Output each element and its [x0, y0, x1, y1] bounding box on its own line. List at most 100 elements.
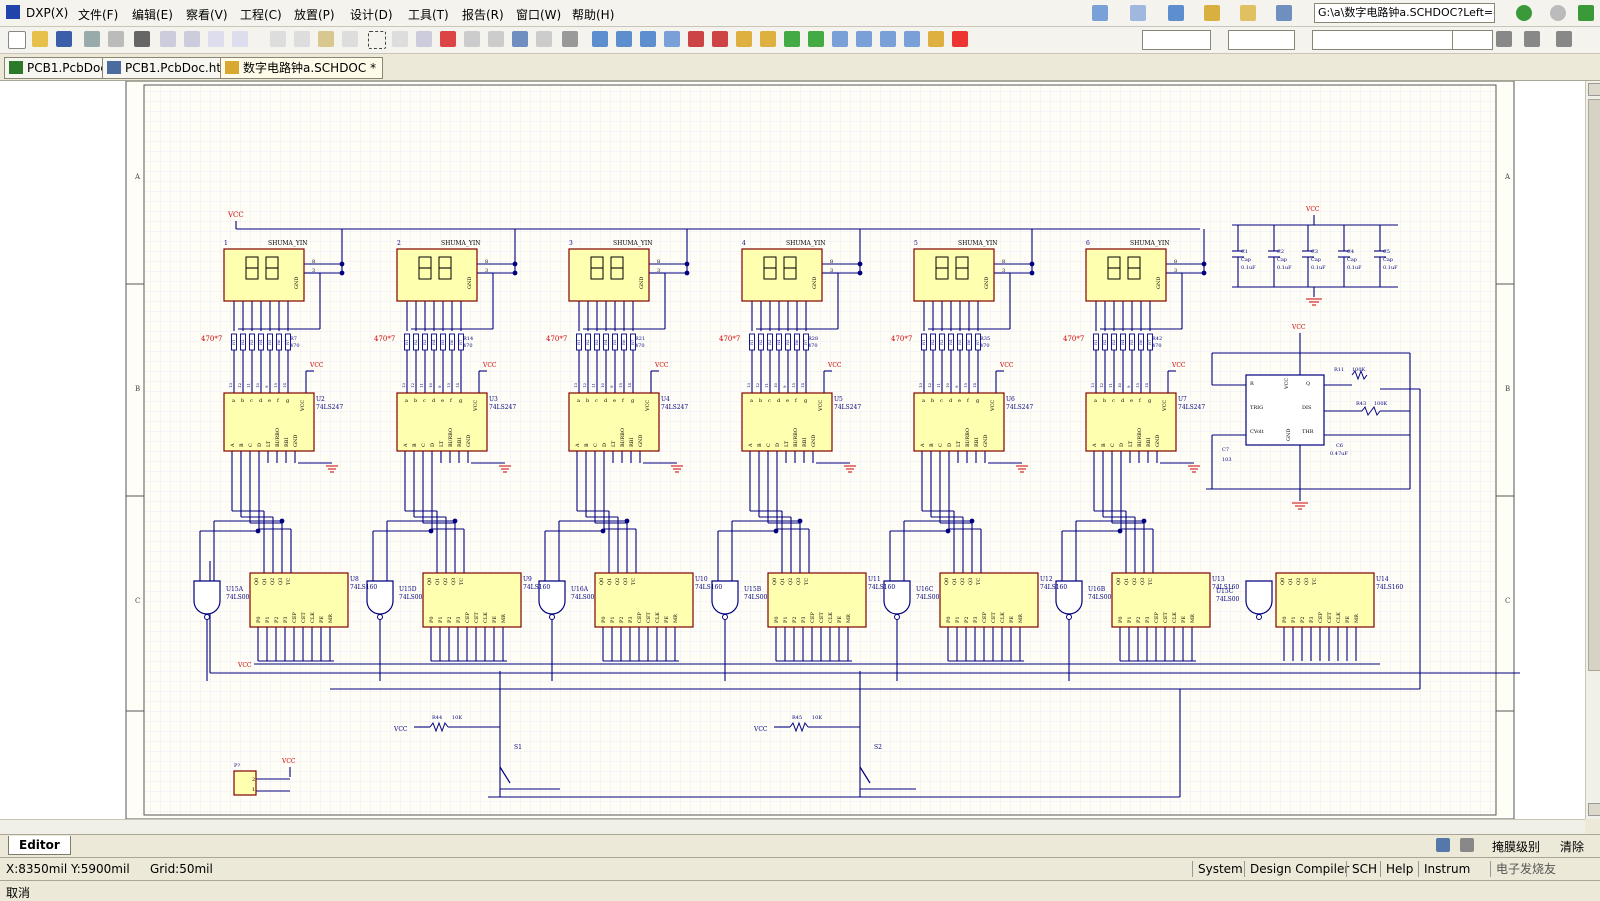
directive-icon[interactable]: [928, 31, 944, 47]
browse-library-icon[interactable]: [562, 31, 578, 47]
menu-edit[interactable]: 编辑(E): [132, 6, 173, 23]
menu-help[interactable]: 帮助(H): [572, 6, 614, 23]
paste-icon[interactable]: [318, 31, 334, 47]
junction: [1201, 270, 1207, 276]
vertical-scrollbar[interactable]: [1585, 81, 1600, 819]
menu-file[interactable]: 文件(F): [78, 6, 118, 23]
menu-view[interactable]: 察看(V): [186, 6, 228, 23]
zoom-fit-icon[interactable]: [160, 31, 176, 47]
driver-bottom-pin: A: [1092, 443, 1098, 448]
dxp-logo-icon[interactable]: [6, 5, 20, 19]
ground-tool-icon[interactable]: [1168, 5, 1184, 21]
pin-num: 8: [485, 259, 488, 265]
gnd-port-icon[interactable]: [688, 31, 704, 47]
harness-icon[interactable]: [880, 31, 896, 47]
panel-sch-button[interactable]: SCH: [1346, 861, 1382, 877]
rubber-stamp-icon[interactable]: [342, 31, 358, 47]
schematic-drawing[interactable]: A AB BC C VCC1 SHUMA_YINGND83R1 R2 R3 R4 R5 R6 R74…: [0, 81, 1585, 819]
timer-r43-val: 100K: [1374, 401, 1388, 407]
cross-probe-icon[interactable]: [536, 31, 552, 47]
move-icon[interactable]: [392, 31, 408, 47]
arrange-icon[interactable]: [1556, 31, 1572, 47]
menu-tools[interactable]: 工具(T): [408, 6, 449, 23]
power-tool-icon[interactable]: [1204, 5, 1220, 21]
resistor-pack-label: 470*7: [719, 335, 740, 343]
driver-pin-label: a: [577, 398, 580, 404]
zoom-in-icon[interactable]: [232, 31, 248, 47]
cut-icon[interactable]: [270, 31, 286, 47]
driver-bottom-pin: D: [257, 443, 263, 447]
combo-1[interactable]: [1142, 30, 1211, 50]
scroll-down-icon[interactable]: [1588, 803, 1600, 816]
print-preview-icon[interactable]: [108, 31, 124, 47]
doc-tab-pcb[interactable]: PCB1.PcbDoc: [4, 57, 114, 79]
combo-2[interactable]: [1228, 30, 1295, 50]
scroll-up-icon[interactable]: [1588, 83, 1600, 96]
sheet-entry-icon[interactable]: [784, 31, 800, 47]
part-tool-icon[interactable]: [1240, 5, 1256, 21]
no-erc-icon[interactable]: [856, 31, 872, 47]
path-box[interactable]: G:\a\数字电路钟a.SCHDOC?Left=-1:: [1314, 3, 1495, 23]
device-sheet-icon[interactable]: [808, 31, 824, 47]
zoom-select-icon[interactable]: [208, 31, 224, 47]
grid-tool-icon[interactable]: [1276, 5, 1292, 21]
mask-pen-icon[interactable]: [1436, 838, 1450, 852]
signal-harness-icon[interactable]: [904, 31, 920, 47]
driver-bottom-pin: A: [403, 443, 409, 448]
menu-dxp[interactable]: DXP(X): [26, 6, 68, 20]
mask-level-button[interactable]: 掩膜级别: [1492, 838, 1540, 855]
cap-type: Cap: [1241, 257, 1251, 263]
counter-bottom-pin: P2: [1136, 616, 1142, 623]
pcb-doc-icon: [9, 61, 23, 74]
wire-tool-icon[interactable]: [1092, 5, 1108, 21]
bus-entry-icon[interactable]: [640, 31, 656, 47]
combo-4[interactable]: [1452, 30, 1493, 50]
menu-reports[interactable]: 报告(R): [462, 6, 504, 23]
panel-system-button[interactable]: System: [1192, 861, 1248, 877]
align-icon[interactable]: [1524, 31, 1540, 47]
net-label-icon[interactable]: [664, 31, 680, 47]
panel-instruments-button[interactable]: Instrum: [1418, 861, 1475, 877]
place-part-icon[interactable]: [736, 31, 752, 47]
doc-tab-schematic[interactable]: 数字电路钟a.SCHDOC *: [220, 57, 384, 79]
menu-project[interactable]: 工程(C): [240, 6, 282, 23]
back-icon[interactable]: [1516, 5, 1532, 21]
forward-icon[interactable]: [1550, 5, 1566, 21]
combo-3[interactable]: [1312, 30, 1453, 50]
open-icon[interactable]: [32, 31, 48, 47]
editor-tab[interactable]: Editor: [8, 836, 71, 855]
menu-window[interactable]: 窗口(W): [516, 6, 561, 23]
list-icon[interactable]: [1496, 31, 1512, 47]
menu-design[interactable]: 设计(D): [350, 6, 393, 23]
select-icon[interactable]: [416, 31, 432, 47]
panel-help-button[interactable]: Help: [1380, 861, 1418, 877]
undo-icon[interactable]: [464, 31, 480, 47]
redo-icon[interactable]: [488, 31, 504, 47]
sheet-symbol-icon[interactable]: [760, 31, 776, 47]
layers-icon[interactable]: [134, 31, 150, 47]
horizontal-scrollbar[interactable]: [0, 819, 1585, 835]
panel-design-compiler-button[interactable]: Design Compiler: [1244, 861, 1354, 877]
bus-tool-icon[interactable]: [1130, 5, 1146, 21]
zoom-area-icon[interactable]: [184, 31, 200, 47]
vcc-port-icon[interactable]: [712, 31, 728, 47]
port-icon[interactable]: [832, 31, 848, 47]
mask-filter-icon[interactable]: [1460, 838, 1474, 852]
place-bus-icon[interactable]: [616, 31, 632, 47]
new-icon[interactable]: [8, 31, 26, 49]
schematic-canvas[interactable]: AABBCC VCC 1 SHUMA_YIN GND 8 3 R1 R2 R3 R4 R5 R6 R7 4…: [0, 81, 1585, 819]
home-icon[interactable]: [1578, 5, 1594, 21]
menu-place[interactable]: 放置(P): [294, 6, 335, 23]
clear-filter-icon[interactable]: [952, 31, 968, 47]
deselect-icon[interactable]: [440, 31, 456, 47]
driver-bottom-pin: C: [766, 443, 772, 447]
driver-pin-label: e: [441, 398, 444, 404]
print-icon[interactable]: [84, 31, 100, 47]
copy-icon[interactable]: [294, 31, 310, 47]
select-area-icon[interactable]: [368, 31, 386, 49]
scroll-thumb[interactable]: [1588, 99, 1600, 671]
save-icon[interactable]: [56, 31, 72, 47]
hierarchy-icon[interactable]: [512, 31, 528, 47]
clear-button[interactable]: 清除: [1560, 838, 1584, 855]
place-wire-icon[interactable]: [592, 31, 608, 47]
